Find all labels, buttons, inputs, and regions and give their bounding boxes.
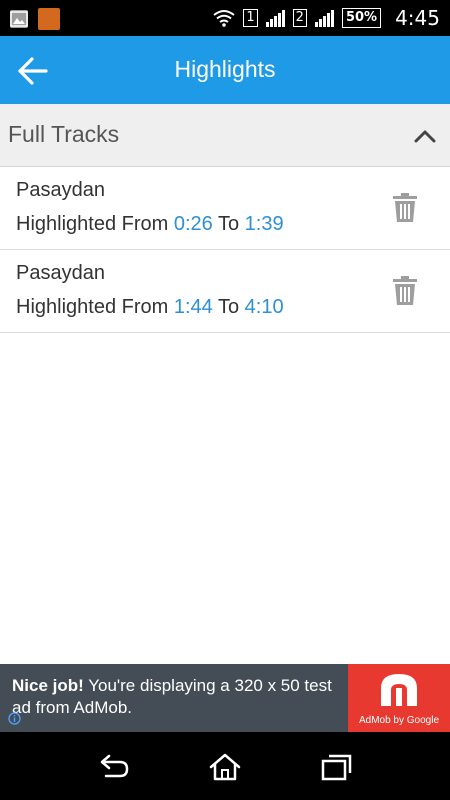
highlights-list: Pasaydan Highlighted From 0:26 To 1:39 P… bbox=[0, 167, 450, 333]
highlight-range: Highlighted From 1:44 To 4:10 bbox=[16, 296, 284, 319]
home-icon bbox=[209, 753, 241, 781]
to-time: 4:10 bbox=[244, 296, 284, 318]
section-title: Full Tracks bbox=[8, 121, 120, 147]
sim2-label: 2 bbox=[292, 9, 307, 27]
list-item[interactable]: Pasaydan Highlighted From 0:26 To 1:39 bbox=[0, 167, 450, 250]
nav-recents-button[interactable] bbox=[320, 752, 354, 782]
app-notification-icon bbox=[38, 8, 60, 30]
ad-headline: Nice job! bbox=[12, 676, 84, 695]
range-to-label: To bbox=[212, 213, 245, 235]
range-prefix: Highlighted From bbox=[16, 296, 174, 318]
section-header-full-tracks[interactable]: Full Tracks bbox=[0, 104, 450, 167]
from-time: 0:26 bbox=[173, 213, 213, 235]
signal-icon bbox=[265, 9, 285, 27]
track-name: Pasaydan bbox=[16, 262, 105, 284]
recents-icon bbox=[321, 754, 352, 781]
app-bar: Highlights bbox=[0, 36, 450, 104]
wifi-icon bbox=[213, 10, 236, 27]
trash-icon bbox=[393, 193, 417, 222]
page-title: Highlights bbox=[174, 56, 276, 82]
delete-button[interactable] bbox=[392, 193, 418, 223]
status-bar: 1 2 50% 4:45 bbox=[0, 0, 450, 36]
admob-logo-icon bbox=[381, 674, 417, 706]
to-time: 1:39 bbox=[244, 213, 284, 235]
delete-button[interactable] bbox=[392, 276, 418, 306]
ad-banner[interactable]: Nice job! You're displaying a 320 x 50 t… bbox=[0, 664, 450, 732]
gallery-icon bbox=[10, 10, 28, 28]
back-icon bbox=[100, 754, 129, 778]
signal-icon bbox=[314, 9, 334, 27]
ad-brand: AdMob by Google bbox=[358, 715, 440, 726]
info-icon[interactable] bbox=[8, 712, 21, 725]
chevron-up-icon[interactable] bbox=[412, 124, 438, 150]
highlight-range: Highlighted From 0:26 To 1:39 bbox=[16, 213, 284, 236]
from-time: 1:44 bbox=[173, 296, 213, 318]
navigation-bar bbox=[0, 732, 450, 800]
track-name: Pasaydan bbox=[16, 179, 105, 201]
nav-back-button[interactable] bbox=[96, 752, 130, 782]
ad-text: Nice job! You're displaying a 320 x 50 t… bbox=[12, 675, 332, 719]
battery-icon: 50% bbox=[341, 8, 382, 28]
trash-icon bbox=[393, 276, 417, 305]
list-item[interactable]: Pasaydan Highlighted From 1:44 To 4:10 bbox=[0, 250, 450, 333]
admob-logo-box[interactable]: AdMob by Google bbox=[348, 664, 450, 732]
sim1-label: 1 bbox=[243, 9, 258, 27]
range-prefix: Highlighted From bbox=[16, 213, 174, 235]
clock: 4:45 bbox=[395, 6, 440, 30]
range-to-label: To bbox=[212, 296, 245, 318]
nav-home-button[interactable] bbox=[208, 752, 242, 782]
